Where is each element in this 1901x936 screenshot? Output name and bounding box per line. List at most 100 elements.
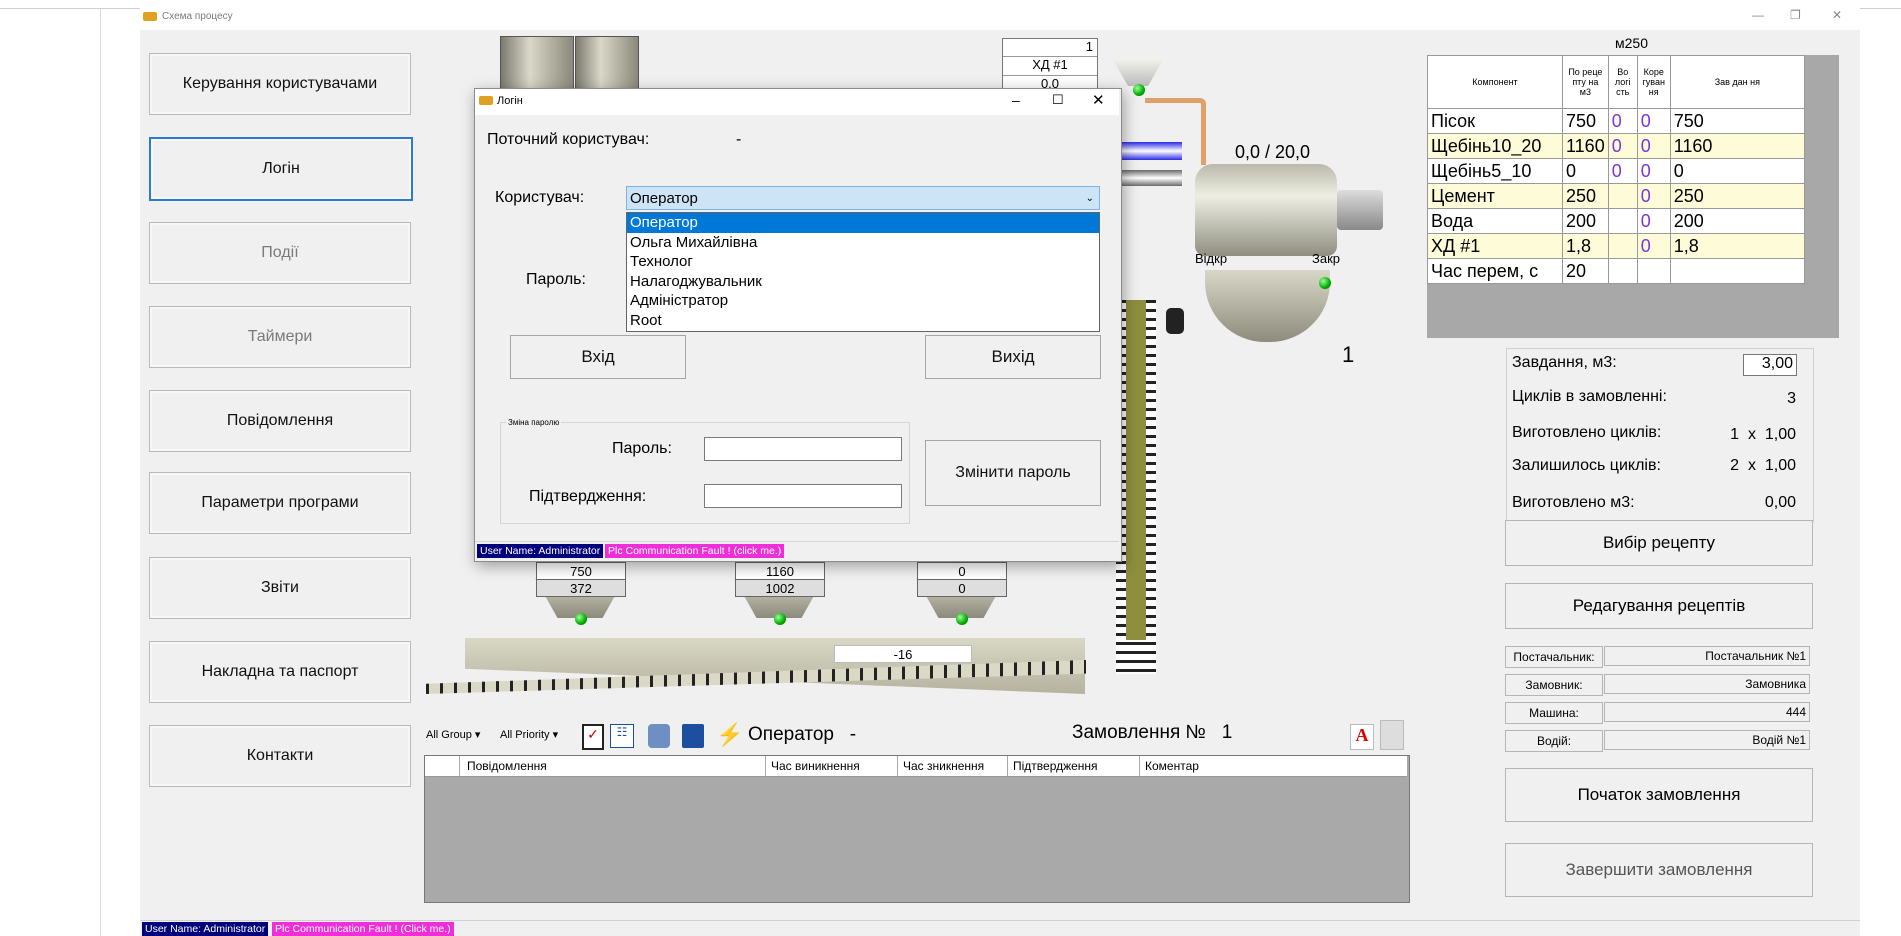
login-button[interactable]: Вхід	[510, 335, 686, 379]
recipe-cell[interactable]	[1607, 233, 1638, 259]
nav-settings-button[interactable]: Параметри програми	[149, 472, 411, 534]
user-option[interactable]: Оператор	[627, 213, 1099, 233]
recipe-cell[interactable]	[1607, 208, 1638, 234]
dialog-status-user: User Name: Administrator	[477, 544, 604, 558]
minimize-button[interactable]: —	[1752, 8, 1764, 22]
recipe-cell: Вода	[1427, 208, 1563, 234]
recipe-cell[interactable]: 0	[1636, 133, 1671, 159]
column-message[interactable]: Повідомлення	[467, 759, 547, 773]
start-order-button[interactable]: Початок замовлення	[1505, 768, 1813, 822]
recipe-row: Пісок 750 0 0 750	[1427, 108, 1806, 134]
close-window-button[interactable]: ✕	[1832, 8, 1842, 22]
font-icon[interactable]: A	[1350, 724, 1374, 750]
recipe-cell: 200	[1669, 208, 1806, 234]
recipe-cell	[1669, 258, 1806, 284]
task-input[interactable]: 3,00	[1743, 354, 1797, 376]
alarm-grid[interactable]	[424, 755, 1410, 903]
current-user-label: Поточний користувач:	[487, 131, 650, 148]
priority-filter-value: All Priority	[500, 729, 550, 741]
nav-invoice-button[interactable]: Накладна та паспорт	[149, 641, 411, 703]
task-label: Завдання, м3:	[1512, 354, 1617, 371]
nav-reports-button[interactable]: Звіти	[149, 557, 411, 619]
acknowledge-icon[interactable]: ✓	[582, 724, 604, 750]
admix-counter: 1	[1003, 39, 1097, 57]
hopper-2-led	[774, 613, 786, 625]
column-separator	[1007, 756, 1008, 776]
user-option[interactable]: Root	[627, 311, 1099, 331]
book-icon[interactable]	[682, 724, 704, 748]
maximize-button[interactable]: ❐	[1790, 8, 1801, 22]
recipe-cell[interactable]: 0	[1636, 208, 1671, 234]
new-password-input[interactable]	[704, 437, 902, 461]
driver-field[interactable]: Водій №1	[1604, 730, 1810, 750]
user-option[interactable]: Налагоджувальник	[627, 272, 1099, 292]
recipe-cell[interactable]	[1607, 183, 1638, 209]
column-time-on[interactable]: Час виникнення	[771, 759, 860, 773]
user-option[interactable]: Адміністратор	[627, 291, 1099, 311]
status-separator	[140, 920, 1860, 921]
dialog-status-separator	[475, 541, 1119, 542]
hopper-2-actual: 1002	[735, 579, 825, 597]
acknowledge-all-icon[interactable]: ☷	[610, 724, 634, 748]
lightning-icon[interactable]: ⚡	[716, 722, 743, 748]
column-separator	[765, 756, 766, 776]
recipe-cell[interactable]: 0	[1636, 158, 1671, 184]
new-password-label: Пароль:	[612, 440, 672, 457]
nav-events-button[interactable]: Події	[149, 222, 411, 284]
dialog-close-button[interactable]: ✕	[1092, 91, 1105, 109]
priority-filter-dropdown[interactable]: All Priority ▾	[500, 728, 558, 741]
recipe-cell[interactable]: 0	[1636, 183, 1671, 209]
column-time-off[interactable]: Час зникнення	[903, 759, 984, 773]
hopper-1-set: 750	[536, 562, 626, 580]
hopper-2-set: 1160	[735, 562, 825, 580]
edit-recipes-button[interactable]: Редагування рецептів	[1505, 583, 1813, 629]
settings-icon[interactable]	[648, 724, 670, 748]
nav-login-button[interactable]: Логін	[149, 137, 413, 201]
user-select-value: Оператор	[630, 189, 698, 207]
change-password-button[interactable]: Змінити пароль	[925, 440, 1101, 506]
group-filter-dropdown[interactable]: All Group ▾	[426, 728, 480, 741]
column-separator	[1139, 756, 1140, 776]
recipe-cell[interactable]: 0	[1607, 133, 1638, 159]
supplier-field[interactable]: Постачальник №1	[1604, 646, 1810, 666]
cement-pipe	[1120, 170, 1182, 186]
print-icon[interactable]	[1380, 720, 1404, 750]
confirm-password-input[interactable]	[704, 484, 902, 508]
dialog-maximize-button[interactable]: ☐	[1052, 92, 1064, 108]
status-plc-fault[interactable]: Plc Communication Fault ! (Click me.)	[272, 922, 454, 936]
column-acknowledged[interactable]: Підтвердження	[1013, 759, 1098, 773]
order-number-label: Замовлення № 1	[1072, 722, 1233, 743]
nav-contacts-button[interactable]: Контакти	[149, 725, 411, 787]
recipe-cell[interactable]: 0	[1636, 108, 1671, 134]
user-option[interactable]: Ольга Михайлівна	[627, 233, 1099, 253]
recipe-cell[interactable]: 0	[1636, 233, 1671, 259]
user-option[interactable]: Технолог	[627, 252, 1099, 272]
password-label: Пароль:	[526, 271, 586, 288]
login-dialog-titlebar	[475, 89, 1119, 115]
skip-belt	[1126, 300, 1146, 640]
customer-field[interactable]: Замовника	[1604, 674, 1810, 694]
recipe-cell: Час перем, с	[1427, 258, 1563, 284]
made-m3-value: 0,00	[1764, 494, 1796, 511]
cement-silo-1	[500, 36, 574, 94]
recipe-cell[interactable]	[1636, 258, 1671, 284]
recipe-row: Час перем, с 20	[1427, 258, 1806, 284]
dialog-minimize-button[interactable]: –	[1012, 92, 1020, 108]
nav-messages-button[interactable]: Повідомлення	[149, 390, 411, 452]
finish-order-button[interactable]: Завершити замовлення	[1505, 843, 1813, 897]
mixer-body	[1195, 164, 1337, 256]
select-recipe-button[interactable]: Вибір рецепту	[1505, 520, 1813, 566]
gate-open-label: Відкр	[1195, 251, 1228, 266]
truck-field[interactable]: 444	[1604, 702, 1810, 722]
nav-user-management-button[interactable]: Керування користувачами	[149, 53, 411, 115]
user-select[interactable]: Оператор ⌄	[626, 186, 1100, 210]
recipe-cell: ХД #1	[1427, 233, 1563, 259]
recipe-cell[interactable]	[1607, 258, 1638, 284]
recipe-cell[interactable]: 0	[1607, 108, 1638, 134]
column-comment[interactable]: Коментар	[1145, 759, 1199, 773]
nav-timers-button[interactable]: Таймери	[149, 306, 411, 368]
recipe-cell[interactable]: 0	[1607, 158, 1638, 184]
dialog-status-fault[interactable]: Plc Communication Fault ! (click me.)	[605, 544, 785, 558]
recipe-cell: Цемент	[1427, 183, 1563, 209]
exit-button[interactable]: Вихід	[925, 335, 1101, 379]
